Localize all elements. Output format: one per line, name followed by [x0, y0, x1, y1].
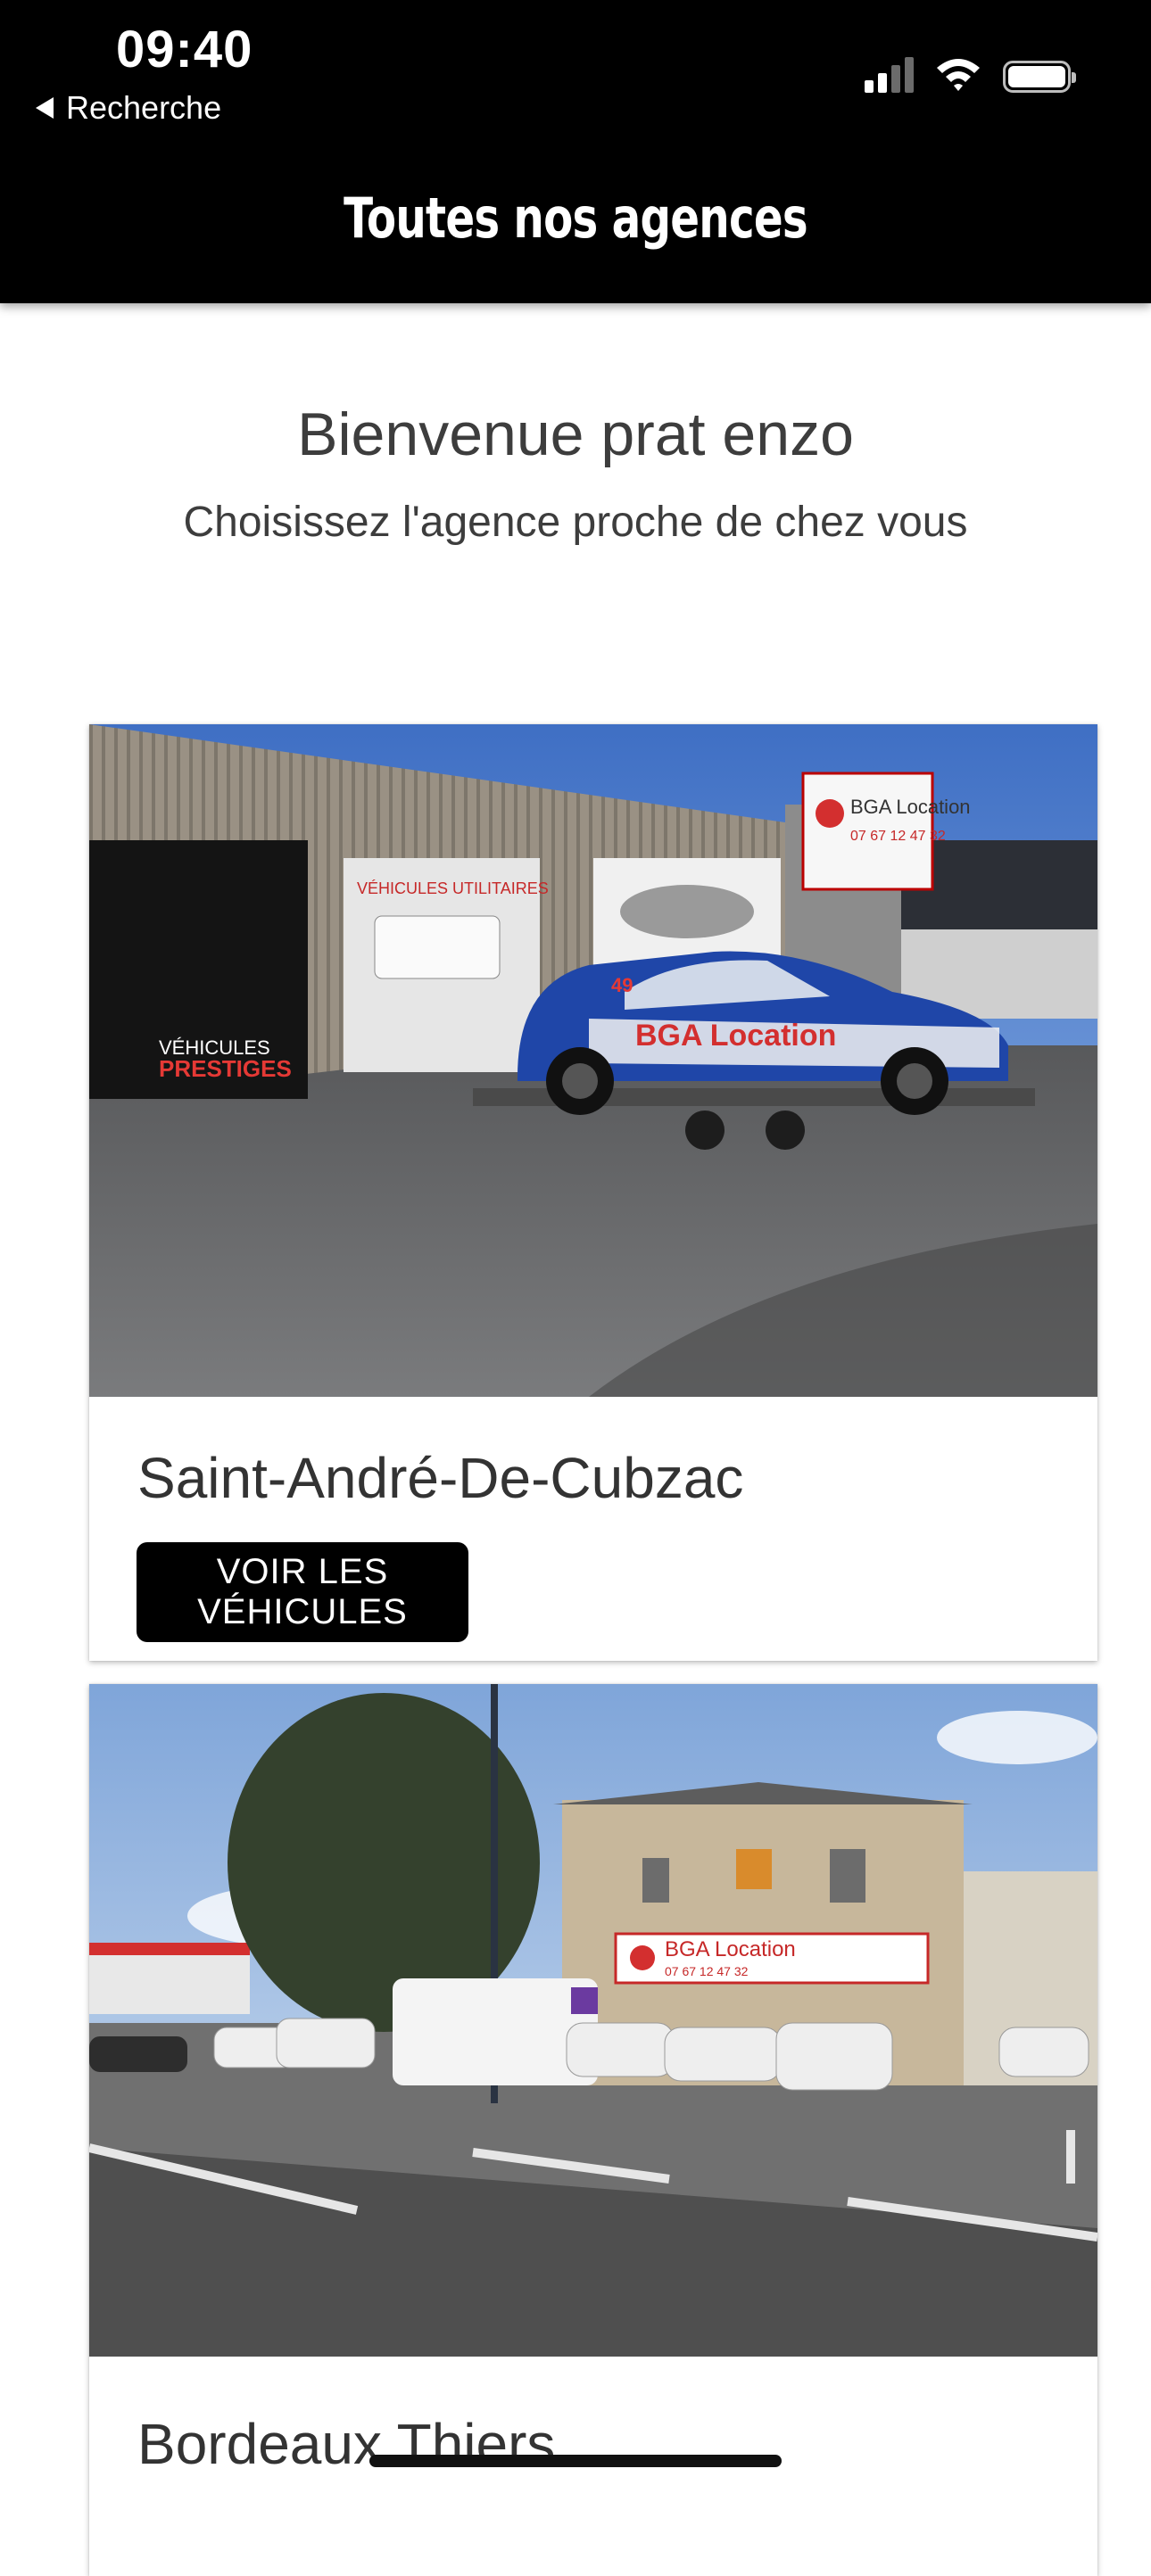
- agency-photo: BGA Location 07 67 12 47 32 VÉHICULES PR…: [89, 724, 1097, 1397]
- car-number-text: 49: [611, 974, 633, 996]
- back-label: Recherche: [66, 89, 222, 126]
- battery-icon: [1003, 61, 1076, 93]
- sign-phone-text: 07 67 12 47 32: [665, 1964, 749, 1978]
- welcome-greeting: Bienvenue prat enzo: [297, 400, 854, 468]
- view-vehicles-button[interactable]: VOIR LES VÉHICULES: [137, 1542, 468, 1642]
- back-to-search-link[interactable]: Recherche: [36, 89, 221, 127]
- sign-phone-text: 07 67 12 47 32: [850, 829, 946, 844]
- sign-brand-text: BGA Location: [665, 1937, 796, 1961]
- agency-card: BGA Location 07 67 12 47 32 Bordeaux Thi…: [89, 1684, 1097, 2576]
- status-time: 09:40: [116, 21, 253, 78]
- wall-text: PRESTIGES: [159, 1055, 292, 1082]
- status-icons: [865, 55, 1076, 93]
- sign-brand-text: BGA Location: [850, 796, 971, 818]
- cellular-signal-icon: [865, 55, 914, 93]
- car-livery-text: BGA Location: [635, 1019, 836, 1053]
- wifi-icon: [937, 59, 980, 91]
- back-arrow-icon: [36, 97, 54, 119]
- agency-card: BGA Location 07 67 12 47 32 VÉHICULES PR…: [89, 724, 1097, 1661]
- welcome-subtitle: Choisissez l'agence proche de chez vous: [183, 499, 968, 546]
- wall-text: VÉHICULES UTILITAIRES: [357, 879, 549, 897]
- agency-name: Saint-André-De-Cubzac: [137, 1446, 744, 1510]
- home-indicator[interactable]: [369, 2455, 782, 2467]
- top-navigation-bar: 09:40 Recherche Toutes nos agences: [0, 0, 1151, 303]
- page-title: Toutes nos agences: [344, 186, 808, 251]
- agency-photo: BGA Location 07 67 12 47 32: [89, 1684, 1097, 2357]
